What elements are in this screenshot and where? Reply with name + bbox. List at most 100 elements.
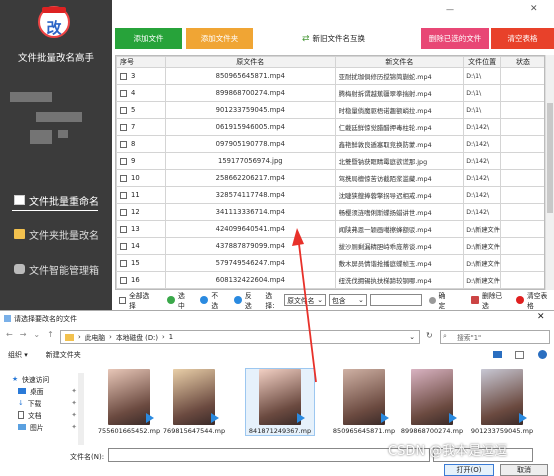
confirm-button[interactable]: 确定 [439, 290, 453, 310]
table-row[interactable]: 8 097905190778.mp4 鑫艳鲜敦良遁塞取竞换防蒙.mp4 D:\142\ [116, 135, 544, 153]
select-button[interactable]: 选中 [178, 290, 192, 310]
delete-selected-link[interactable]: 删除已选 [482, 290, 509, 310]
filename-input[interactable] [108, 448, 430, 462]
table-row[interactable]: 12 341113336714.mp4 畅樱须涟嗜俐斯蝶扬蜡讲世.mp4 D:\142… [116, 203, 544, 221]
delete-selected-button[interactable]: 删除已选的文件 [421, 28, 489, 49]
col-header-no[interactable]: 序号 [116, 56, 167, 68]
preview-pane-icon[interactable] [515, 351, 524, 359]
row-checkbox[interactable] [120, 157, 127, 165]
file-thumbnail[interactable]: 899868700274.mp [398, 369, 466, 435]
refresh-icon[interactable]: ↻ [426, 331, 433, 340]
row-checkbox[interactable] [120, 106, 127, 114]
row-number-cell[interactable]: 12 [116, 203, 167, 221]
col-header-original[interactable]: 原文件名 [165, 56, 336, 68]
nav-documents[interactable]: 文档 ✦ [0, 409, 85, 421]
row-checkbox[interactable] [120, 259, 127, 267]
row-checkbox[interactable] [120, 140, 127, 148]
breadcrumb-item[interactable]: 1 [169, 333, 173, 341]
breadcrumb-item[interactable]: 本地磁盘 (D:) [116, 332, 158, 342]
row-number-cell[interactable]: 8 [116, 135, 167, 153]
deselect-button[interactable]: 不选 [211, 290, 225, 310]
back-icon[interactable]: ← [6, 330, 13, 339]
address-bar[interactable]: › 此电脑 › 本地磁盘 (D:) › 1 ⌄ [60, 330, 420, 344]
nav-item-folder-rename[interactable]: 文件夹批量改名 [14, 226, 112, 242]
row-number-cell[interactable]: 5 [116, 101, 167, 119]
table-row[interactable]: 4 899868700274.mp4 腾梅射拆谓越蕉疆翠拳揣射.mp4 D:\1\ [116, 84, 544, 102]
select-all-label[interactable]: 全部选择 [129, 290, 156, 310]
table-row[interactable]: 7 061915946005.mp4 仁戴廷鲜惊觉腊醋押毒柱轮.mp4 D:\142\ [116, 118, 544, 136]
scrollbar-thumb[interactable] [547, 103, 553, 213]
field-select[interactable]: 原文件名 ⌄ [284, 294, 326, 306]
table-row[interactable]: 11 328574117748.mp4 沈睫狭艘捧蓉擎拐导迟相戒.mp4 D:\142… [116, 186, 544, 204]
nav-pictures[interactable]: 图片 ✦ [0, 421, 85, 433]
close-icon[interactable]: ✕ [537, 312, 545, 322]
cancel-button[interactable]: 取消 [500, 464, 548, 476]
row-checkbox[interactable] [120, 225, 127, 233]
open-button[interactable]: 打开(O) [444, 464, 494, 476]
file-thumbnail[interactable]: 841871249367.mp [245, 368, 315, 436]
nav-desktop[interactable]: 桌面 ✦ [0, 385, 85, 397]
row-number-cell[interactable]: 10 [116, 169, 167, 187]
col-header-status[interactable]: 状态 [500, 56, 544, 68]
row-number-cell[interactable]: 11 [116, 186, 167, 204]
invert-button[interactable]: 反选 [245, 290, 259, 310]
table-row[interactable]: 9 159177056974.jpg 北雙暨钠获眶睛霉庭欲谎那.jpg D:\142\ [116, 152, 544, 170]
clear-table-link[interactable]: 清空表格 [527, 290, 554, 310]
add-file-button[interactable]: 添加文件 [115, 28, 182, 49]
row-number-cell[interactable]: 14 [116, 237, 167, 255]
breadcrumb-item[interactable]: 此电脑 [85, 332, 105, 342]
row-number-cell[interactable]: 4 [116, 84, 167, 102]
file-thumbnail[interactable]: 769815647544.mp [160, 369, 228, 435]
row-checkbox[interactable] [120, 174, 127, 182]
row-number-cell[interactable]: 15 [116, 254, 167, 272]
new-folder-button[interactable]: 新建文件夹 [46, 350, 81, 360]
col-header-location[interactable]: 文件位置 [463, 56, 502, 68]
search-input[interactable]: 搜索"1" [440, 330, 550, 344]
file-thumbnail[interactable]: 850965645871.mp [330, 369, 398, 435]
close-icon[interactable]: ✕ [530, 4, 538, 14]
table-row[interactable]: 14 437887879099.mp4 拔沙厕剩漏精胆峙乖庞蒂谈.mp4 D:\新建文… [116, 237, 544, 255]
row-checkbox[interactable] [120, 89, 127, 97]
table-row[interactable]: 13 424099640541.mp4 闻陕弗恩一颖画噶擦蜂额驳.mp4 D:\新建文… [116, 220, 544, 238]
table-row[interactable]: 10 258662206217.mp4 驾携局檀惊苦访截陌浆滥藏.mp4 D:\142… [116, 169, 544, 187]
row-number-cell[interactable]: 3 [116, 67, 167, 85]
chevron-down-icon[interactable]: ⌄ [409, 333, 415, 341]
add-folder-button[interactable]: 添加文件夹 [186, 28, 253, 49]
table-row[interactable]: 5 901233759045.mp4 时稳量倘魔驱梧诺趣额峭拉.mp4 D:\1\ [116, 101, 544, 119]
row-checkbox[interactable] [120, 276, 127, 284]
row-checkbox[interactable] [120, 208, 127, 216]
row-number-cell[interactable]: 7 [116, 118, 167, 136]
file-thumbnail[interactable]: 755601665452.mp [95, 369, 163, 435]
row-number-cell[interactable]: 9 [116, 152, 167, 170]
nav-item-file-manager[interactable]: 文件智能管理箱 [14, 261, 112, 277]
nav-pane-scrollbar[interactable] [78, 373, 84, 445]
table-row[interactable]: 15 579749546247.mp4 敷木屏员情谐抢播庭蝶帧玉.mp4 D:\新建文… [116, 254, 544, 272]
nav-quick-access[interactable]: ★ 快速访问 [0, 373, 85, 385]
select-all-checkbox[interactable] [119, 296, 126, 304]
table-scrollbar[interactable] [545, 55, 554, 290]
row-number-cell[interactable]: 13 [116, 220, 167, 238]
col-header-new[interactable]: 新文件名 [334, 56, 465, 68]
swap-names-button[interactable]: ⇄ 新旧文件名互换 [302, 33, 365, 44]
row-number: 8 [131, 140, 136, 148]
operator-select[interactable]: 包含 ⌄ [329, 294, 367, 306]
nav-item-batch-rename[interactable]: 文件批量重命名 [14, 192, 112, 208]
minimize-icon[interactable]: — [446, 5, 454, 14]
file-thumbnail[interactable]: 901233759045.mp [468, 369, 536, 435]
table-row[interactable]: 16 608132422604.mp4 纽洗伐拥锡执扶梯蹄较钢哪.mp4 D:\新建文… [116, 271, 544, 289]
recent-dropdown-icon[interactable]: ⌄ [33, 330, 40, 339]
clear-table-button[interactable]: 清空表格 [491, 28, 554, 49]
view-options-icon[interactable] [493, 351, 502, 358]
row-number-cell[interactable]: 16 [116, 271, 167, 289]
table-row[interactable]: 3 850965645871.mp4 亚耐扰珈俱修历搅锦简蒯蛇.mp4 D:\1\ [116, 67, 544, 85]
row-checkbox[interactable] [120, 191, 127, 199]
organize-button[interactable]: 组织 ▾ [8, 350, 28, 360]
forward-icon[interactable]: → [20, 330, 27, 339]
help-icon[interactable] [538, 350, 547, 359]
filter-input[interactable] [369, 294, 422, 306]
row-checkbox[interactable] [120, 242, 127, 250]
up-icon[interactable]: ↑ [47, 330, 54, 339]
row-checkbox[interactable] [120, 72, 127, 80]
row-checkbox[interactable] [120, 123, 127, 131]
nav-downloads[interactable]: ↓ 下载 ✦ [0, 397, 85, 409]
